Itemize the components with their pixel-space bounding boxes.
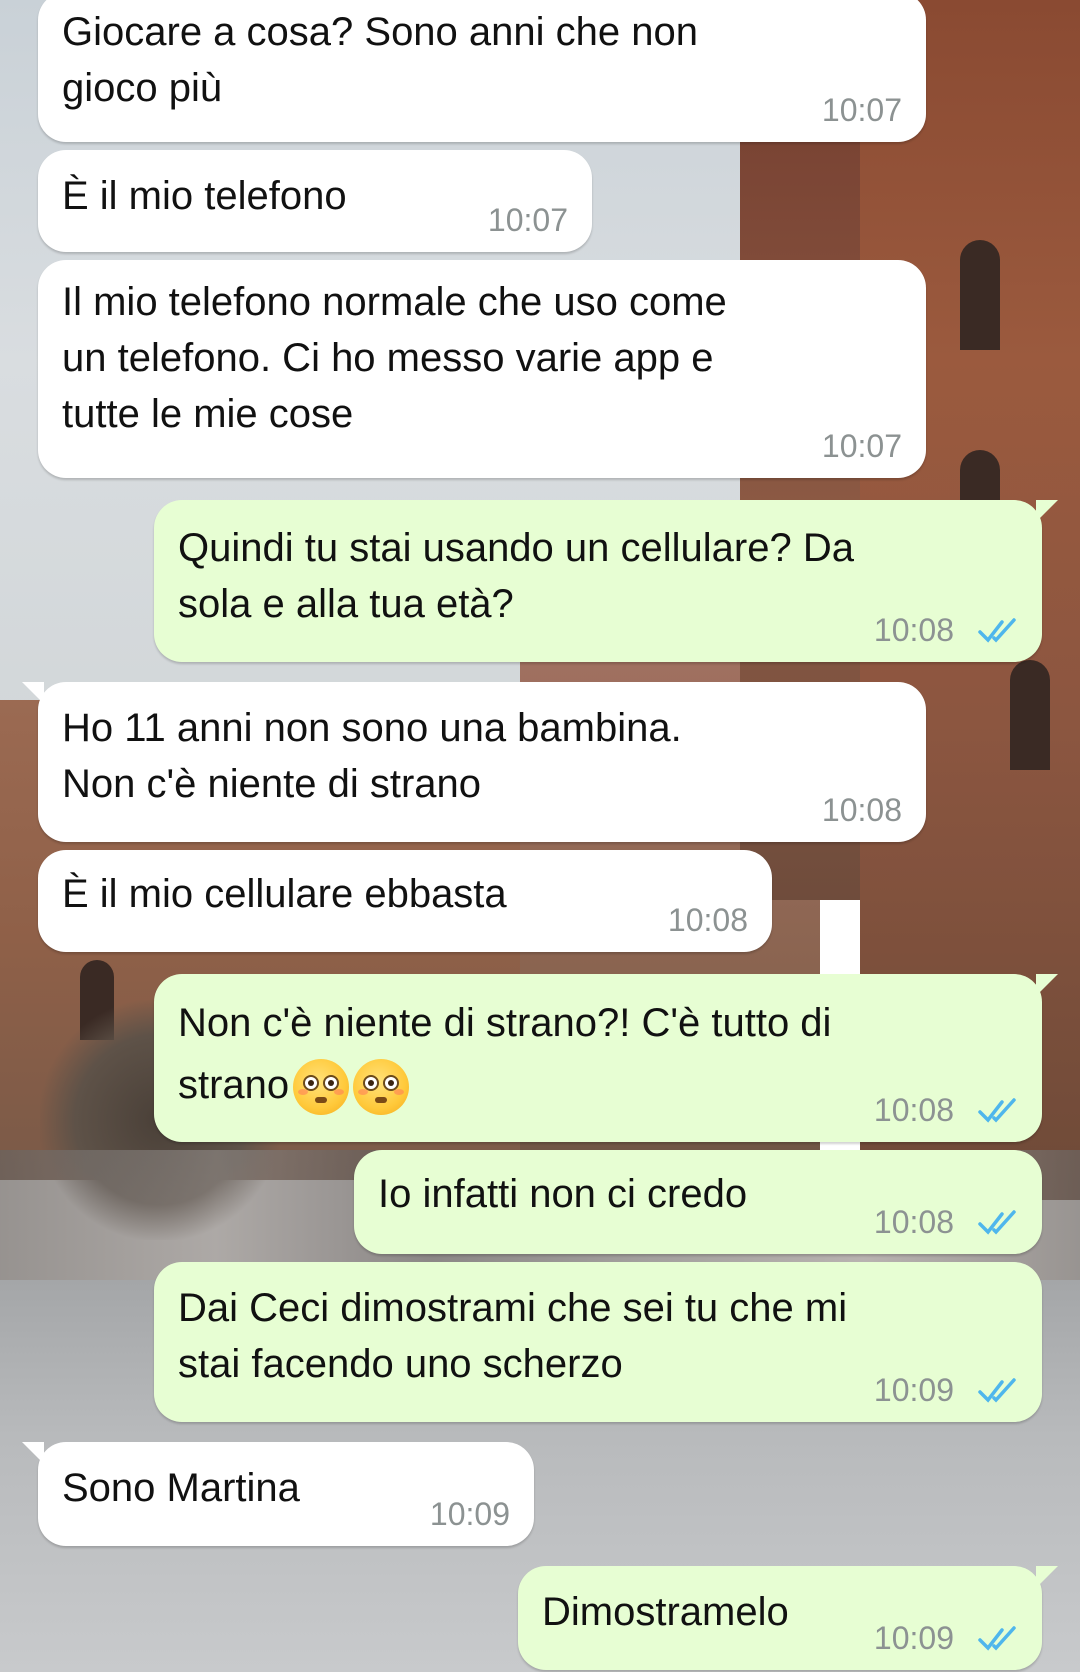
wallpaper-window [960,240,1000,350]
message-text: Sono Martina [62,1466,300,1510]
read-ticks-icon [978,1378,1016,1403]
message-text: Ho 11 anni non sono una bambina. Non c'è… [62,706,682,806]
message-bubble-incoming[interactable]: È il mio cellulare ebbasta 10:08 [38,850,772,952]
message-time: 10:08 [821,792,902,828]
message-bubble-incoming[interactable]: Ho 11 anni non sono una bambina. Non c'è… [22,682,926,842]
flushed-face-icon [353,1059,410,1116]
message-time: 10:09 [873,1620,954,1656]
message-time: 10:07 [821,428,902,464]
message-time: 10:08 [667,902,748,938]
message-time: 10:08 [873,1204,954,1240]
message-text: Giocare a cosa? Sono anni che non gioco … [62,10,698,110]
message-time: 10:09 [873,1372,954,1408]
message-text: È il mio telefono [62,174,347,218]
message-text: Quindi tu stai usando un cellulare? Da s… [178,526,854,626]
message-bubble-incoming[interactable]: Giocare a cosa? Sono anni che non gioco … [38,0,926,142]
message-time: 10:08 [873,1092,954,1128]
message-text: Io infatti non ci credo [378,1172,748,1216]
read-ticks-icon [978,1098,1016,1123]
message-bubble-incoming[interactable]: Sono Martina 10:09 [22,1442,534,1546]
message-bubble-outgoing[interactable]: Io infatti non ci credo 10:08 [354,1150,1042,1254]
message-bubble-incoming[interactable]: È il mio telefono 10:07 [38,150,592,252]
message-time: 10:09 [429,1496,510,1532]
flushed-face-icon [293,1059,350,1116]
message-text: Non c'è niente di strano?! C'è tutto di … [178,992,831,1116]
message-bubble-outgoing[interactable]: Dai Ceci dimostrami che sei tu che mi st… [154,1262,1042,1422]
read-ticks-icon [978,618,1016,643]
message-time: 10:08 [873,612,954,648]
message-time: 10:07 [487,202,568,238]
message-text: Dimostramelo [542,1590,789,1634]
read-ticks-icon [978,1210,1016,1235]
message-text-content: Non c'è niente di strano?! C'è tutto di … [178,1001,832,1107]
message-text: Il mio telefono normale che uso come un … [62,280,727,436]
read-ticks-icon [978,1626,1016,1651]
message-text: È il mio cellulare ebbasta [62,872,507,916]
message-bubble-incoming[interactable]: Il mio telefono normale che uso come un … [38,260,926,478]
message-bubble-outgoing[interactable]: Non c'è niente di strano?! C'è tutto di … [154,974,1058,1142]
wallpaper-window [1010,660,1050,770]
message-text: Dai Ceci dimostrami che sei tu che mi st… [178,1286,848,1386]
message-bubble-outgoing[interactable]: Quindi tu stai usando un cellulare? Da s… [154,500,1058,662]
message-time: 10:07 [821,92,902,128]
message-bubble-outgoing[interactable]: Dimostramelo 10:09 [518,1566,1058,1670]
